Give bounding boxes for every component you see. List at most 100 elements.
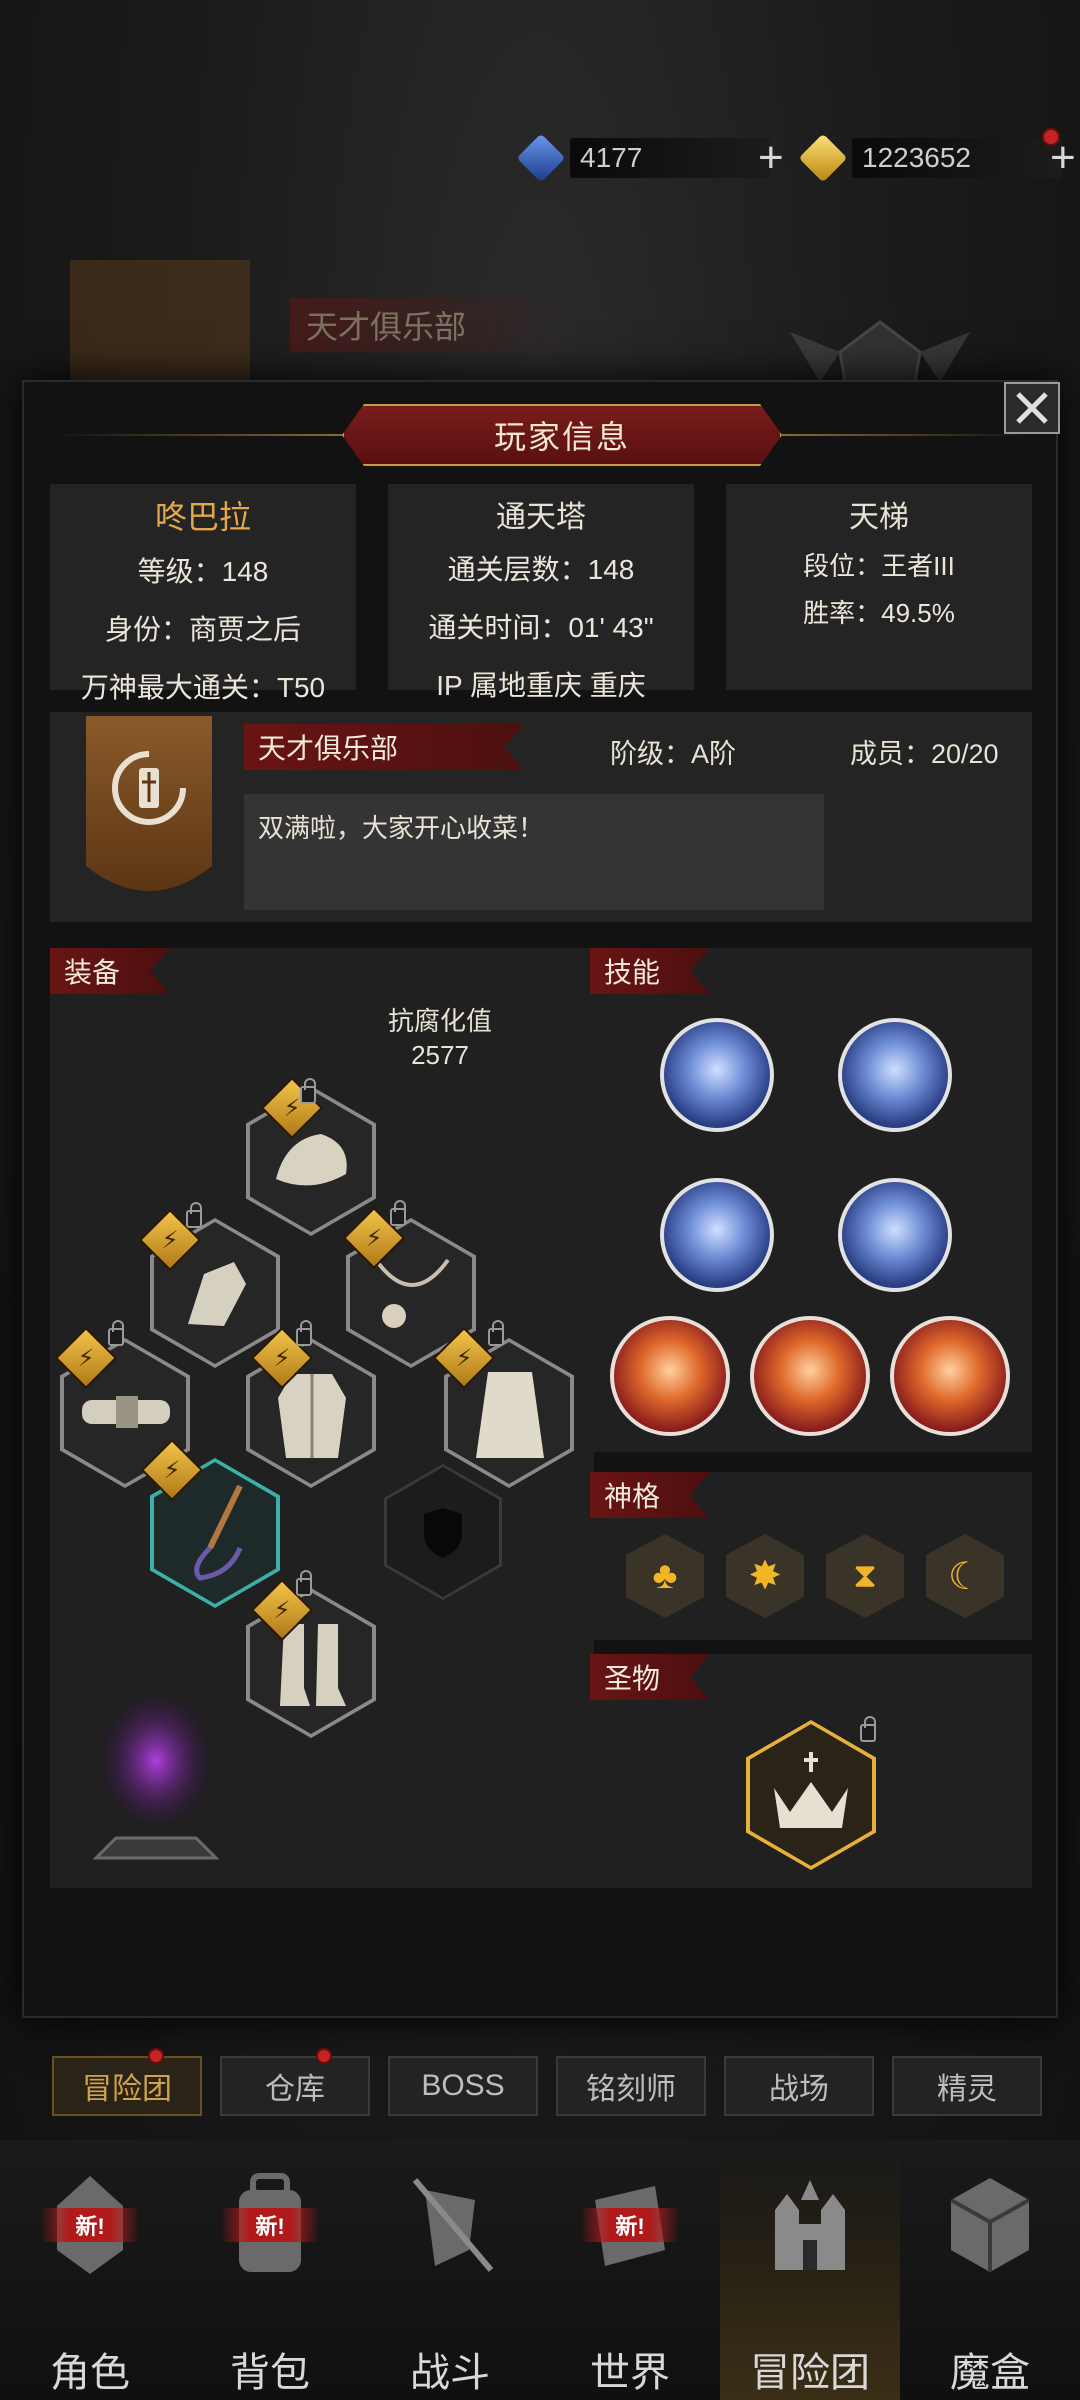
nav-magic-box[interactable]: 魔盒	[900, 2140, 1080, 2400]
equip-slot-empty[interactable]	[384, 1464, 502, 1600]
lock-icon	[488, 1320, 504, 1346]
equipment-panel: 装备 抗腐化值 2577 ⚡ ⚡ ⚡ ⚡ ⚡ ⚡ ⚡ ⚡	[50, 948, 594, 1888]
crown-icon	[774, 1752, 848, 1828]
divinity-panel: 神格 ♣ ✸ ⧗ ☾	[590, 1472, 1032, 1640]
nav-backpack[interactable]: 新! 背包	[180, 2140, 360, 2400]
ladder-title: 天梯	[849, 501, 909, 534]
nav-label: 角色	[50, 2351, 130, 2395]
bottom-nav: 新! 角色 新! 背包 战斗 新! 世界 冒险团 魔盒	[0, 2140, 1080, 2400]
lock-icon	[186, 1202, 202, 1228]
guild-panel: 天才俱乐部 阶级：A阶 成员：20/20 双满啦，大家开心收菜！	[50, 712, 1032, 922]
lock-icon	[390, 1200, 406, 1226]
gold-gem-icon	[798, 133, 848, 183]
tab-boss[interactable]: BOSS	[388, 2056, 538, 2116]
ip-location: IP 属地重庆 重庆	[436, 670, 646, 701]
divinity-moon-icon[interactable]: ☾	[926, 1534, 1004, 1618]
skill-skull-icon[interactable]	[890, 1316, 1010, 1436]
relic-title: 圣物	[590, 1654, 710, 1700]
currency-blue: 4177 +	[516, 132, 784, 184]
tower-panel: 通天塔 通关层数：148 通关时间：01' 43" IP 属地重庆 重庆	[388, 484, 694, 701]
nav-label: 冒险团	[750, 2351, 870, 2395]
player-level: 等级：148	[137, 556, 269, 587]
close-icon	[1016, 392, 1048, 424]
lock-icon	[108, 1320, 124, 1346]
skill-star-icon[interactable]	[838, 1178, 952, 1292]
tab-adventure-group[interactable]: 冒险团	[52, 2056, 202, 2116]
gold-gem-amount: 1223652	[852, 138, 1062, 178]
divinity-hourglass-icon[interactable]: ⧗	[826, 1534, 904, 1618]
ladder-rank: 段位：王者III	[803, 551, 955, 581]
lock-icon	[296, 1570, 312, 1596]
relic-crown-slot[interactable]	[746, 1720, 876, 1870]
skill-slash-icon[interactable]	[660, 1178, 774, 1292]
lock-icon	[300, 1078, 316, 1104]
divinity-burst-icon[interactable]: ✸	[726, 1534, 804, 1618]
wizard-hat-icon	[276, 1134, 347, 1186]
notification-dot	[316, 2048, 332, 2064]
resist-label-text: 抗腐化值	[387, 1006, 492, 1036]
nav-adventure-group[interactable]: 冒险团	[720, 2140, 900, 2400]
nav-character[interactable]: 新! 角色	[0, 2140, 180, 2400]
new-badge: 新!	[40, 2208, 140, 2242]
ladder-winrate: 胜率：49.5%	[803, 598, 955, 628]
tower-title: 通天塔	[496, 501, 586, 534]
close-button[interactable]	[1004, 382, 1060, 434]
resist-value: 2577	[411, 1040, 469, 1070]
skills-title: 技能	[590, 948, 710, 994]
tab-engraver[interactable]: 铭刻师	[556, 2056, 706, 2116]
modal-title: 玩家信息	[493, 419, 630, 455]
gauntlet-icon	[188, 1262, 246, 1326]
tab-spirit[interactable]: 精灵	[892, 2056, 1042, 2116]
new-badge: 新!	[580, 2208, 680, 2242]
background-guild-name: 天才俱乐部	[290, 298, 570, 352]
notification-dot	[148, 2048, 164, 2064]
nav-label: 魔盒	[950, 2351, 1030, 2395]
nav-label: 战斗	[410, 2351, 490, 2395]
player-panel: 咚巴拉 等级：148 身份：商贾之后 万神最大通关：T50	[50, 484, 356, 703]
currency-gold: 1223652 +	[798, 132, 1076, 184]
guild-members: 成员：20/20	[850, 739, 999, 769]
lock-icon	[296, 1320, 312, 1346]
castle-icon	[775, 2180, 845, 2270]
shield-icon	[424, 1508, 462, 1558]
skill-blast-icon[interactable]	[660, 1018, 774, 1132]
nav-battle[interactable]: 战斗	[360, 2140, 540, 2400]
player-identity: 身份：商贾之后	[104, 614, 301, 645]
nav-label: 背包	[230, 2351, 310, 2395]
cube-icon	[950, 2178, 1030, 2272]
player-name: 咚巴拉	[154, 499, 251, 535]
nav-world[interactable]: 新! 世界	[540, 2140, 720, 2400]
title-divider-right	[782, 434, 1032, 436]
cape-icon	[476, 1372, 544, 1458]
guild-tier: 阶级：A阶	[610, 739, 737, 769]
equipment-title: 装备	[50, 948, 170, 994]
sub-tab-bar: 冒险团 仓库 BOSS 铭刻师 战场 精灵	[0, 2048, 1080, 2116]
skill-wind-icon[interactable]	[838, 1018, 952, 1132]
relic-panel: 圣物	[590, 1654, 1032, 1888]
blue-gem-icon	[516, 133, 566, 183]
tab-warehouse[interactable]: 仓库	[220, 2056, 370, 2116]
swords-shield-icon	[412, 2178, 494, 2272]
modal-title-plate: 玩家信息	[342, 404, 782, 466]
notification-dot	[1042, 128, 1060, 146]
skills-panel: 技能	[590, 948, 1032, 1452]
tower-floors: 通关层数：148	[447, 554, 635, 585]
staff-icon	[194, 1484, 243, 1581]
add-blue-gem-button[interactable]: +	[758, 136, 784, 180]
belt-icon	[82, 1396, 170, 1428]
skill-hourglass-icon[interactable]	[750, 1316, 870, 1436]
ladder-panel: 天梯 段位：王者III 胜率：49.5%	[726, 484, 1032, 690]
title-divider-left	[54, 434, 344, 436]
guild-name: 天才俱乐部	[244, 724, 524, 770]
blue-gem-amount: 4177	[570, 138, 770, 178]
skill-shield-icon[interactable]	[610, 1316, 730, 1436]
nav-label: 世界	[590, 2351, 670, 2395]
guild-banner-icon	[86, 716, 212, 891]
lock-icon	[860, 1716, 876, 1742]
pantheon-max-clear: 万神最大通关：T50	[80, 672, 326, 703]
resist-label: 抗腐化值 2577	[350, 1004, 530, 1072]
guild-motto: 双满啦，大家开心收菜！	[244, 794, 824, 910]
divinity-tree-icon[interactable]: ♣	[626, 1534, 704, 1618]
tab-battlefield[interactable]: 战场	[724, 2056, 874, 2116]
corruption-pedestal-icon	[92, 1694, 220, 1860]
